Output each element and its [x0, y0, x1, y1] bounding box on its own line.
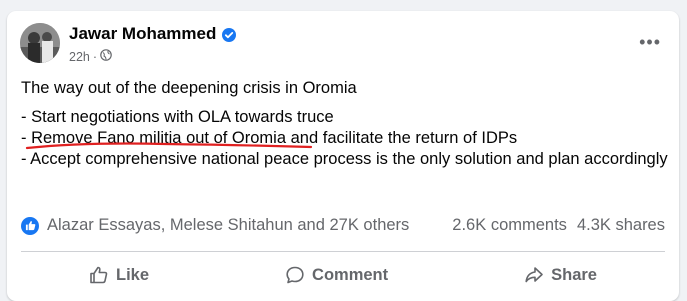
reaction-summary[interactable]: Alazar Essayas, Melese Shitahun and 27K … — [21, 216, 409, 235]
like-button[interactable]: Like — [49, 259, 189, 291]
post-title: The way out of the deepening crisis in O… — [21, 79, 357, 97]
like-label: Like — [116, 265, 150, 284]
author-avatar[interactable] — [20, 23, 60, 63]
more-options-icon[interactable]: ••• — [639, 33, 661, 51]
post-line-2: - Remove Fano militia out of Oromia and … — [21, 128, 671, 150]
post-line-2-prefix: - — [21, 129, 32, 147]
reactions-bar: Alazar Essayas, Melese Shitahun and 27K … — [21, 216, 665, 235]
verified-badge-icon — [222, 27, 237, 42]
comment-label: Comment — [312, 265, 389, 284]
comment-count[interactable]: 2.6K comments — [452, 216, 567, 235]
share-button[interactable]: Share — [484, 259, 637, 291]
post-timestamp[interactable]: 22h — [69, 50, 90, 64]
globe-icon[interactable] — [100, 49, 112, 64]
post-line-1: - Start negotiations with OLA towards tr… — [21, 108, 334, 126]
divider — [21, 251, 665, 252]
share-count[interactable]: 4.3K shares — [577, 216, 665, 235]
action-bar: Like Comment Share — [21, 255, 665, 295]
engagement-counts: 2.6K comments 4.3K shares — [452, 216, 665, 235]
reaction-names[interactable]: Alazar Essayas, Melese Shitahun and 27K … — [47, 216, 409, 235]
highlighted-phrase: Remove Fano militia out of Oromia — [31, 129, 287, 147]
post-card: Jawar Mohammed 22h · ••• The way out of … — [7, 11, 679, 301]
author-name-row: Jawar Mohammed — [69, 24, 237, 44]
separator-dot: · — [92, 49, 98, 64]
share-arrow-icon — [524, 265, 544, 285]
post-line-2-rest: and facilitate the return of IDPs — [286, 129, 518, 147]
like-reaction-icon — [21, 216, 39, 235]
comment-button[interactable]: Comment — [245, 259, 428, 291]
author-name[interactable]: Jawar Mohammed — [69, 24, 216, 44]
post-text: The way out of the deepening crisis in O… — [21, 78, 671, 170]
highlighted-text: Remove Fano militia out of Oromia — [25, 129, 313, 150]
thumbs-up-icon — [89, 265, 109, 285]
share-label: Share — [551, 265, 597, 284]
post-meta: 22h · — [69, 49, 112, 64]
comment-bubble-icon — [285, 265, 305, 285]
post-line-3: - Accept comprehensive national peace pr… — [21, 150, 668, 168]
